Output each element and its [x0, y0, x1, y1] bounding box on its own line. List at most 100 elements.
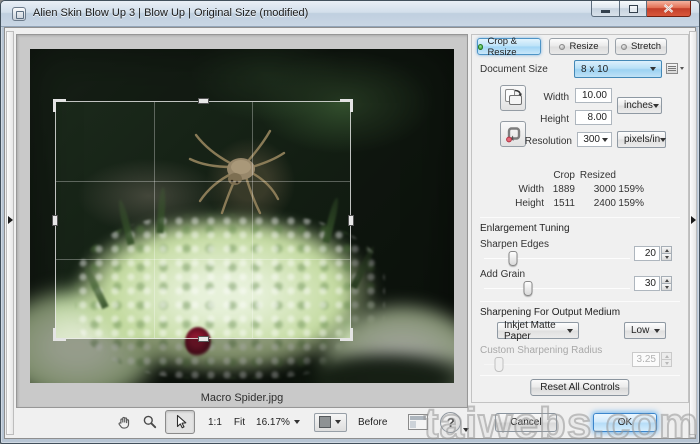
crop-handle-bottom-left[interactable] — [53, 328, 66, 341]
cancel-button[interactable]: Cancel — [495, 413, 557, 432]
tab-stretch[interactable]: Stretch — [615, 38, 667, 55]
swap-orientation-button[interactable] — [500, 85, 526, 111]
right-panel-expander[interactable] — [689, 31, 697, 435]
document-size-select[interactable]: 8 x 10 — [574, 60, 662, 78]
crop-handle-bottom-right[interactable] — [340, 328, 353, 341]
slider-thumb[interactable] — [523, 281, 532, 296]
inactive-dot-icon — [559, 44, 565, 50]
slider-thumb[interactable] — [509, 251, 518, 266]
height-label: Height — [522, 114, 569, 125]
select-tool-button[interactable] — [165, 410, 195, 434]
app-window: Alien Skin Blow Up 3 | Blow Up | Origina… — [0, 0, 700, 444]
sharpen-amount-select[interactable]: Low — [624, 322, 666, 339]
reset-all-controls-button[interactable]: Reset All Controls — [530, 379, 629, 396]
crop-handle-top-left[interactable] — [53, 99, 66, 112]
before-toggle[interactable]: Before — [355, 417, 390, 428]
height-percent-value: 159% — [616, 197, 644, 210]
chevron-down-icon — [294, 420, 300, 424]
crop-width-value: 1889 — [544, 183, 575, 196]
separator — [480, 301, 680, 302]
active-dot-icon — [478, 44, 483, 50]
spinner-up-button — [661, 352, 672, 360]
hand-icon — [116, 414, 133, 431]
maximize-button[interactable] — [620, 1, 647, 17]
spinner-down-button[interactable] — [661, 284, 672, 291]
chevron-down-icon — [654, 329, 660, 333]
crop-handle-top-right[interactable] — [340, 99, 353, 112]
add-grain-spinner[interactable]: 30 — [634, 276, 672, 291]
crop-handle-left[interactable] — [52, 215, 58, 226]
app-icon — [12, 7, 26, 21]
tab-crop-resize[interactable]: Crop & Resize — [477, 38, 541, 55]
title-bar[interactable]: Alien Skin Blow Up 3 | Blow Up | Origina… — [1, 1, 699, 27]
maximize-icon — [629, 5, 638, 13]
spinner-up-button[interactable] — [661, 246, 672, 254]
fit-button[interactable]: Fit — [231, 417, 248, 428]
preset-menu-button[interactable] — [666, 63, 684, 74]
width-label: Width — [527, 92, 569, 103]
sharpen-edges-spinner[interactable]: 20 — [634, 246, 672, 261]
resolution-units-select[interactable]: pixels/in — [617, 131, 666, 148]
tab-resize[interactable]: Resize — [549, 38, 609, 55]
zoom-tool-button[interactable] — [137, 414, 163, 430]
photo-canvas — [30, 49, 454, 383]
expand-right-icon — [691, 216, 696, 224]
separator — [480, 375, 680, 376]
actual-size-button[interactable]: 1:1 — [205, 417, 225, 428]
help-button[interactable]: ? — [440, 412, 461, 433]
control-panel: Crop & Resize Resize Stretch Document Si… — [471, 34, 689, 403]
crop-gridline — [252, 102, 253, 338]
close-icon — [663, 4, 674, 13]
tab-label: Resize — [569, 41, 598, 52]
chevron-down-icon — [650, 67, 656, 71]
chevron-down-icon — [653, 104, 659, 108]
width-percent-value: 159% — [616, 183, 644, 196]
close-button[interactable] — [647, 1, 691, 17]
add-grain-slider[interactable] — [484, 281, 630, 297]
expand-right-icon — [8, 216, 13, 224]
zoom-level-dropdown[interactable]: 16.17% — [252, 417, 304, 428]
background-color-dropdown[interactable] — [314, 413, 347, 432]
crop-height-value: 1511 — [544, 197, 575, 210]
output-medium-select[interactable]: Inkjet Matte Paper — [497, 322, 579, 339]
view-toolbar: 1:1 Fit 16.17% Before ? — [111, 409, 469, 435]
tab-label: Crop & Resize — [487, 36, 540, 58]
window-title: Alien Skin Blow Up 3 | Blow Up | Origina… — [33, 7, 308, 19]
spinner-down-button[interactable] — [661, 254, 672, 261]
help-menu-arrow[interactable] — [463, 428, 469, 432]
custom-radius-slider — [484, 357, 630, 373]
resized-width-value: 3000 — [575, 183, 616, 196]
crop-box[interactable] — [55, 101, 351, 339]
crop-handle-bottom[interactable] — [198, 336, 209, 342]
document-size-label: Document Size — [480, 64, 548, 75]
col-header-resized: Resized — [575, 169, 616, 182]
col-header-crop: Crop — [544, 169, 575, 182]
rotate-pages-icon — [502, 87, 524, 109]
add-grain-label: Add Grain — [480, 269, 525, 280]
crop-gridline — [56, 181, 350, 182]
pan-tool-button[interactable] — [111, 414, 137, 431]
left-panel-expander[interactable] — [6, 31, 14, 435]
list-icon — [666, 63, 678, 74]
resolution-combo[interactable]: 300 — [577, 132, 612, 147]
color-swatch — [319, 416, 331, 428]
tab-label: Stretch — [631, 41, 661, 52]
image-filename: Macro Spider.jpg — [17, 392, 467, 404]
ok-button[interactable]: OK — [593, 413, 657, 432]
spinner-up-button[interactable] — [661, 276, 672, 284]
sharpen-edges-slider[interactable] — [484, 251, 630, 267]
crop-handle-right[interactable] — [348, 215, 354, 226]
enlargement-tuning-title: Enlargement Tuning — [480, 223, 570, 234]
crop-gridline — [154, 102, 155, 338]
row-label: Width — [472, 183, 544, 196]
chevron-down-icon — [567, 329, 573, 333]
units-select[interactable]: inches — [617, 97, 662, 114]
resized-height-value: 2400 — [575, 197, 616, 210]
chevron-down-icon — [680, 67, 684, 70]
panel-layout-button[interactable] — [408, 414, 428, 430]
height-input[interactable]: 8.00 — [575, 110, 612, 125]
width-input[interactable]: 10.00 — [575, 88, 612, 103]
crop-handle-top[interactable] — [198, 98, 209, 104]
preview-panel: Macro Spider.jpg — [16, 34, 468, 408]
minimize-button[interactable] — [591, 1, 620, 17]
